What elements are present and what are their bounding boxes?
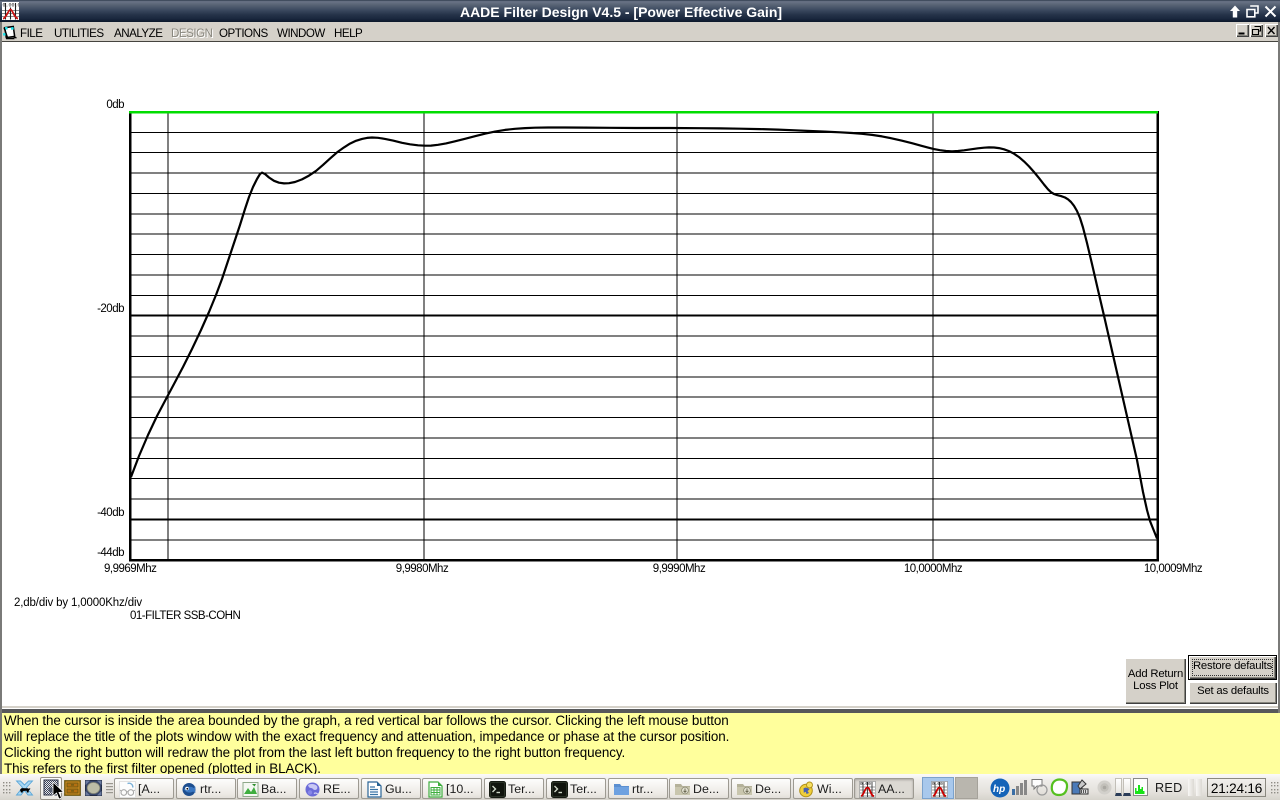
svg-text:0.00: 0.00 [860, 781, 871, 787]
svg-text:hp: hp [993, 784, 1005, 795]
svg-text:0.00: 0.00 [932, 781, 943, 787]
